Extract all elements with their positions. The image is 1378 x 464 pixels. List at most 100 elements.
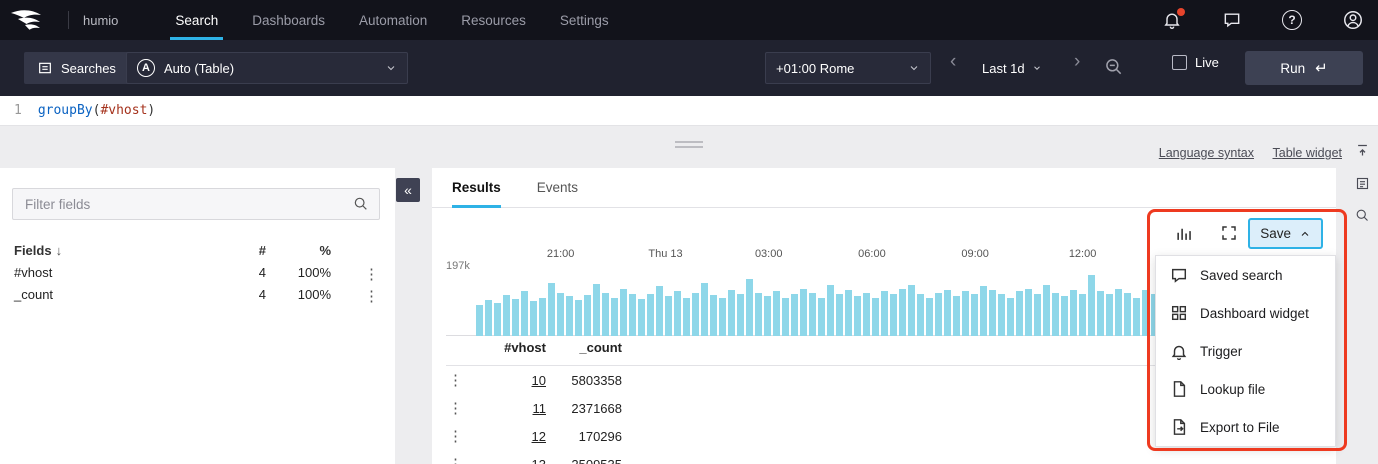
histogram-bar[interactable]: [494, 303, 501, 336]
time-range-select[interactable]: Last 1d: [982, 52, 1042, 84]
histogram-bar[interactable]: [503, 295, 510, 336]
field-row-count[interactable]: _count 4 100% ⋮: [14, 287, 381, 309]
histogram-bar[interactable]: [917, 294, 924, 336]
histogram-bar[interactable]: [1070, 290, 1077, 336]
vhost-value-link[interactable]: 13: [446, 457, 546, 464]
histogram-bar[interactable]: [746, 279, 753, 336]
live-checkbox[interactable]: [1172, 55, 1187, 70]
histogram-bar[interactable]: [647, 294, 654, 336]
vhost-value-link[interactable]: 11: [446, 401, 546, 416]
histogram-bar[interactable]: [1115, 289, 1122, 336]
nav-search[interactable]: Search: [158, 0, 235, 40]
column-header-vhost[interactable]: #vhost: [446, 340, 546, 355]
histogram-bar[interactable]: [890, 294, 897, 336]
histogram-bar[interactable]: [593, 284, 600, 336]
vhost-value-link[interactable]: 10: [446, 373, 546, 388]
histogram-bar[interactable]: [773, 291, 780, 336]
histogram-bar[interactable]: [620, 289, 627, 336]
histogram-bar[interactable]: [665, 296, 672, 336]
histogram-bar[interactable]: [710, 295, 717, 336]
histogram-bar[interactable]: [674, 291, 681, 336]
fullscreen-icon[interactable]: [1220, 224, 1238, 242]
histogram-bar[interactable]: [827, 285, 834, 336]
timezone-select[interactable]: +01:00 Rome: [765, 52, 931, 84]
table-widget-link[interactable]: Table widget: [1273, 146, 1343, 160]
histogram-bar[interactable]: [980, 286, 987, 336]
table-row[interactable]: ⋮ 13 2509535: [446, 451, 1322, 464]
histogram-bar[interactable]: [818, 298, 825, 336]
histogram-bar[interactable]: [512, 299, 519, 336]
filter-fields-input[interactable]: [23, 196, 353, 213]
menu-item-export-to-file[interactable]: Export to File: [1156, 408, 1335, 446]
histogram-bar[interactable]: [539, 298, 546, 336]
collapse-fields-panel-button[interactable]: «: [396, 178, 420, 202]
histogram-bar[interactable]: [1079, 294, 1086, 336]
time-forward-button[interactable]: ›: [1068, 49, 1086, 75]
nav-automation[interactable]: Automation: [342, 0, 444, 40]
histogram-bar[interactable]: [1061, 296, 1068, 336]
histogram-bar[interactable]: [692, 293, 699, 336]
nav-settings[interactable]: Settings: [543, 0, 626, 40]
histogram-bar[interactable]: [548, 283, 555, 336]
histogram-bar[interactable]: [557, 293, 564, 336]
histogram-bar[interactable]: [998, 294, 1005, 336]
histogram-bar[interactable]: [872, 298, 879, 336]
histogram-bar[interactable]: [953, 296, 960, 336]
document-icon[interactable]: [1355, 176, 1370, 191]
histogram-bar[interactable]: [1043, 285, 1050, 336]
toggle-histogram-icon[interactable]: [1175, 224, 1194, 243]
histogram-bar[interactable]: [764, 296, 771, 336]
histogram-bar[interactable]: [530, 301, 537, 336]
field-name[interactable]: _count: [14, 287, 53, 302]
nav-resources[interactable]: Resources: [444, 0, 543, 40]
histogram-bar[interactable]: [836, 294, 843, 336]
fields-column-name[interactable]: Fields↓: [14, 243, 62, 258]
histogram-bar[interactable]: [1034, 294, 1041, 336]
histogram-bar[interactable]: [656, 286, 663, 336]
zoom-out-icon[interactable]: [1104, 57, 1124, 77]
nav-dashboards[interactable]: Dashboards: [235, 0, 342, 40]
histogram-bar[interactable]: [1025, 289, 1032, 336]
histogram-bar[interactable]: [854, 296, 861, 336]
tab-results[interactable]: Results: [452, 168, 501, 207]
histogram-bar[interactable]: [989, 290, 996, 336]
kebab-menu-icon[interactable]: ⋮: [364, 265, 379, 285]
histogram-bar[interactable]: [575, 300, 582, 336]
histogram-bar[interactable]: [1052, 293, 1059, 336]
histogram-bar[interactable]: [629, 294, 636, 336]
histogram-bar[interactable]: [800, 289, 807, 336]
histogram-bar[interactable]: [782, 298, 789, 336]
histogram-bar[interactable]: [584, 295, 591, 336]
histogram-bar[interactable]: [1124, 293, 1131, 336]
menu-item-trigger[interactable]: Trigger: [1156, 332, 1335, 370]
query-editor[interactable]: 1 groupBy(#vhost): [0, 96, 1378, 126]
histogram-bar[interactable]: [1088, 275, 1095, 336]
histogram-bar[interactable]: [1106, 294, 1113, 336]
histogram-bar[interactable]: [602, 293, 609, 336]
column-header-count[interactable]: _count: [556, 340, 622, 355]
histogram-bar[interactable]: [755, 293, 762, 336]
run-button[interactable]: Run ↵: [1245, 51, 1363, 85]
view-mode-select[interactable]: A Auto (Table): [126, 52, 408, 84]
histogram-bar[interactable]: [728, 290, 735, 336]
histogram-bar[interactable]: [1007, 298, 1014, 336]
help-icon[interactable]: ?: [1282, 10, 1302, 30]
histogram-bar[interactable]: [881, 291, 888, 336]
histogram-bar[interactable]: [521, 291, 528, 336]
messages-icon[interactable]: [1222, 10, 1242, 30]
histogram-bar[interactable]: [638, 299, 645, 336]
menu-item-dashboard-widget[interactable]: Dashboard widget: [1156, 294, 1335, 332]
language-syntax-link[interactable]: Language syntax: [1159, 146, 1254, 160]
histogram-bar[interactable]: [863, 293, 870, 336]
histogram-bar[interactable]: [935, 293, 942, 336]
notifications-bell-icon[interactable]: [1162, 10, 1182, 30]
histogram-bar[interactable]: [485, 300, 492, 336]
histogram-bar[interactable]: [908, 285, 915, 336]
histogram-bar[interactable]: [476, 305, 483, 336]
histogram-bar[interactable]: [971, 294, 978, 336]
histogram-bar[interactable]: [737, 294, 744, 336]
tab-events[interactable]: Events: [537, 168, 578, 207]
resize-drag-handle[interactable]: [675, 141, 703, 151]
histogram-bar[interactable]: [845, 290, 852, 336]
crowdstrike-logo-icon[interactable]: [10, 6, 54, 34]
